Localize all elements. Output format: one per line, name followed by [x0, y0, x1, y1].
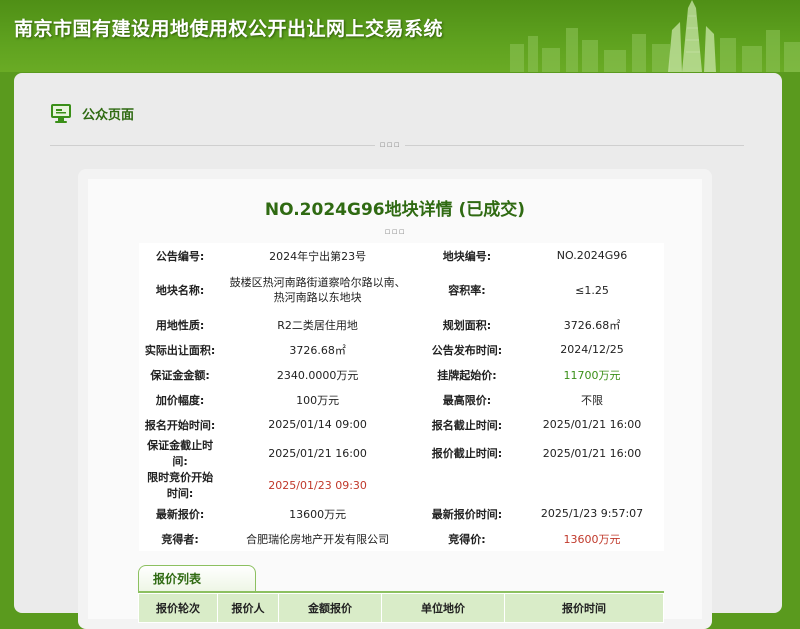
info-label: 保证金金额:	[150, 368, 210, 382]
info-value: 2025/01/14 09:00	[268, 418, 367, 431]
info-label: 最高限价:	[442, 393, 492, 407]
starting-price-value: 11700万元	[563, 368, 621, 382]
info-value: NO.2024G96	[556, 249, 628, 262]
section-title: 公众页面	[82, 107, 135, 123]
info-value: 3726.68㎡	[563, 318, 621, 332]
info-value: 2025/1/23 9:57:07	[540, 507, 644, 520]
bid-table-header-row: 报价轮次 报价人 金额报价 单位地价 报价时间	[138, 593, 664, 623]
auction-start-value: 2025/01/23 09:30	[268, 478, 367, 492]
info-label: 最新报价:	[155, 507, 205, 521]
info-row: 报名开始时间: 2025/01/14 09:00 报名截止时间: 2025/01…	[139, 412, 664, 437]
column-header-bid-time: 报价时间	[504, 593, 664, 623]
info-row: 用地性质: R2二类居住用地 规划面积: 3726.68㎡	[139, 312, 664, 337]
info-value: 2025/01/21 16:00	[542, 418, 642, 431]
info-value: 2024年宁出第23号	[269, 249, 367, 263]
info-label	[414, 469, 520, 501]
title-ornament: ▫▫▫	[384, 227, 406, 237]
info-row: 最新报价: 13600万元 最新报价时间: 2025/1/23 9:57:07	[139, 501, 664, 526]
detail-card: NO.2024G96地块详情 (已成交) ▫▫▫ 公告编号: 2024年宁出第2…	[78, 169, 712, 629]
parcel-info-table: 公告编号: 2024年宁出第23号 地块编号: NO.2024G96 地块名称:…	[139, 243, 664, 551]
winning-price-value: 13600万元	[563, 532, 621, 546]
section-header: 公众页面	[50, 101, 134, 125]
info-value: 鼓楼区热河南路街道察哈尔路以南、热河南路以东地块	[229, 276, 406, 304]
info-label: 公告编号:	[155, 249, 205, 263]
info-label: 用地性质:	[155, 318, 205, 332]
info-label: 加价幅度:	[155, 393, 205, 407]
info-value: 不限	[581, 393, 603, 407]
winner-value: 合肥瑞伦房地产开发有限公司	[246, 532, 390, 546]
parcel-detail-title: NO.2024G96地块详情 (已成交)	[264, 200, 526, 220]
column-header-bidder: 报价人	[217, 593, 279, 623]
tab-bid-list[interactable]: 报价列表	[138, 565, 256, 591]
info-label: 竞得者:	[161, 532, 199, 546]
header-banner: 南京市国有建设用地使用权公开出让网上交易系统	[0, 0, 800, 72]
system-title: 南京市国有建设用地使用权公开出让网上交易系统	[14, 18, 444, 40]
info-label: 报价截止时间:	[431, 447, 503, 460]
info-label: 竞得价:	[448, 532, 486, 546]
info-value	[520, 469, 664, 501]
info-value: ≤1.25	[575, 283, 609, 297]
info-row: 加价幅度: 100万元 最高限价: 不限	[139, 387, 664, 412]
column-header-unit-price: 单位地价	[381, 593, 505, 623]
info-value: 2025/01/21 16:00	[268, 446, 367, 460]
info-value: 2340.0000万元	[276, 368, 359, 382]
info-row: 公告编号: 2024年宁出第23号 地块编号: NO.2024G96	[139, 243, 664, 268]
bid-list-table: 报价轮次 报价人 金额报价 单位地价 报价时间	[138, 593, 664, 623]
info-value: 2025/01/21 16:00	[542, 446, 642, 460]
info-label: 容积率:	[448, 283, 486, 297]
info-label: 实际出让面积:	[144, 343, 216, 357]
info-label: 公告发布时间:	[431, 343, 503, 357]
info-value: 13600万元	[289, 507, 347, 521]
info-value: 3726.68㎡	[289, 343, 346, 357]
info-row: 保证金截止时间: 2025/01/21 16:00 报价截止时间: 2025/0…	[139, 437, 664, 469]
info-row: 竞得者: 合肥瑞伦房地产开发有限公司 竞得价: 13600万元	[139, 526, 664, 551]
column-header-amount: 金额报价	[278, 593, 382, 623]
divider-ornament: ▫▫▫	[375, 139, 405, 151]
info-label: 最新报价时间:	[431, 507, 503, 521]
info-value: 100万元	[296, 393, 340, 407]
info-row: 限时竞价开始时间: 2025/01/23 09:30	[139, 469, 664, 501]
column-header-round: 报价轮次	[138, 593, 218, 623]
info-row: 实际出让面积: 3726.68㎡ 公告发布时间: 2024/12/25	[139, 337, 664, 362]
info-value: 2024/12/25	[560, 343, 624, 356]
info-label: 挂牌起始价:	[437, 368, 497, 382]
city-skyline-graphic	[510, 0, 800, 72]
info-label: 报名开始时间:	[144, 418, 216, 432]
detail-card-body: NO.2024G96地块详情 (已成交) ▫▫▫ 公告编号: 2024年宁出第2…	[88, 179, 702, 623]
info-label: 地块编号:	[442, 249, 492, 263]
info-label: 报名截止时间:	[431, 418, 503, 432]
info-value: R2二类居住用地	[277, 318, 358, 332]
monitor-icon	[51, 104, 71, 123]
info-label: 限时竞价开始时间:	[147, 471, 214, 500]
main-frame: 公众页面 ▫▫▫ NO.2024G96地块详情 (已成交) ▫▫▫ 公告编号: …	[14, 73, 782, 629]
info-label: 规划面积:	[442, 318, 492, 332]
info-label: 地块名称:	[155, 283, 205, 297]
info-row: 地块名称: 鼓楼区热河南路街道察哈尔路以南、热河南路以东地块 容积率: ≤1.2…	[139, 268, 664, 312]
info-label: 保证金截止时间:	[147, 439, 214, 468]
info-row: 保证金金额: 2340.0000万元 挂牌起始价: 11700万元	[139, 362, 664, 387]
